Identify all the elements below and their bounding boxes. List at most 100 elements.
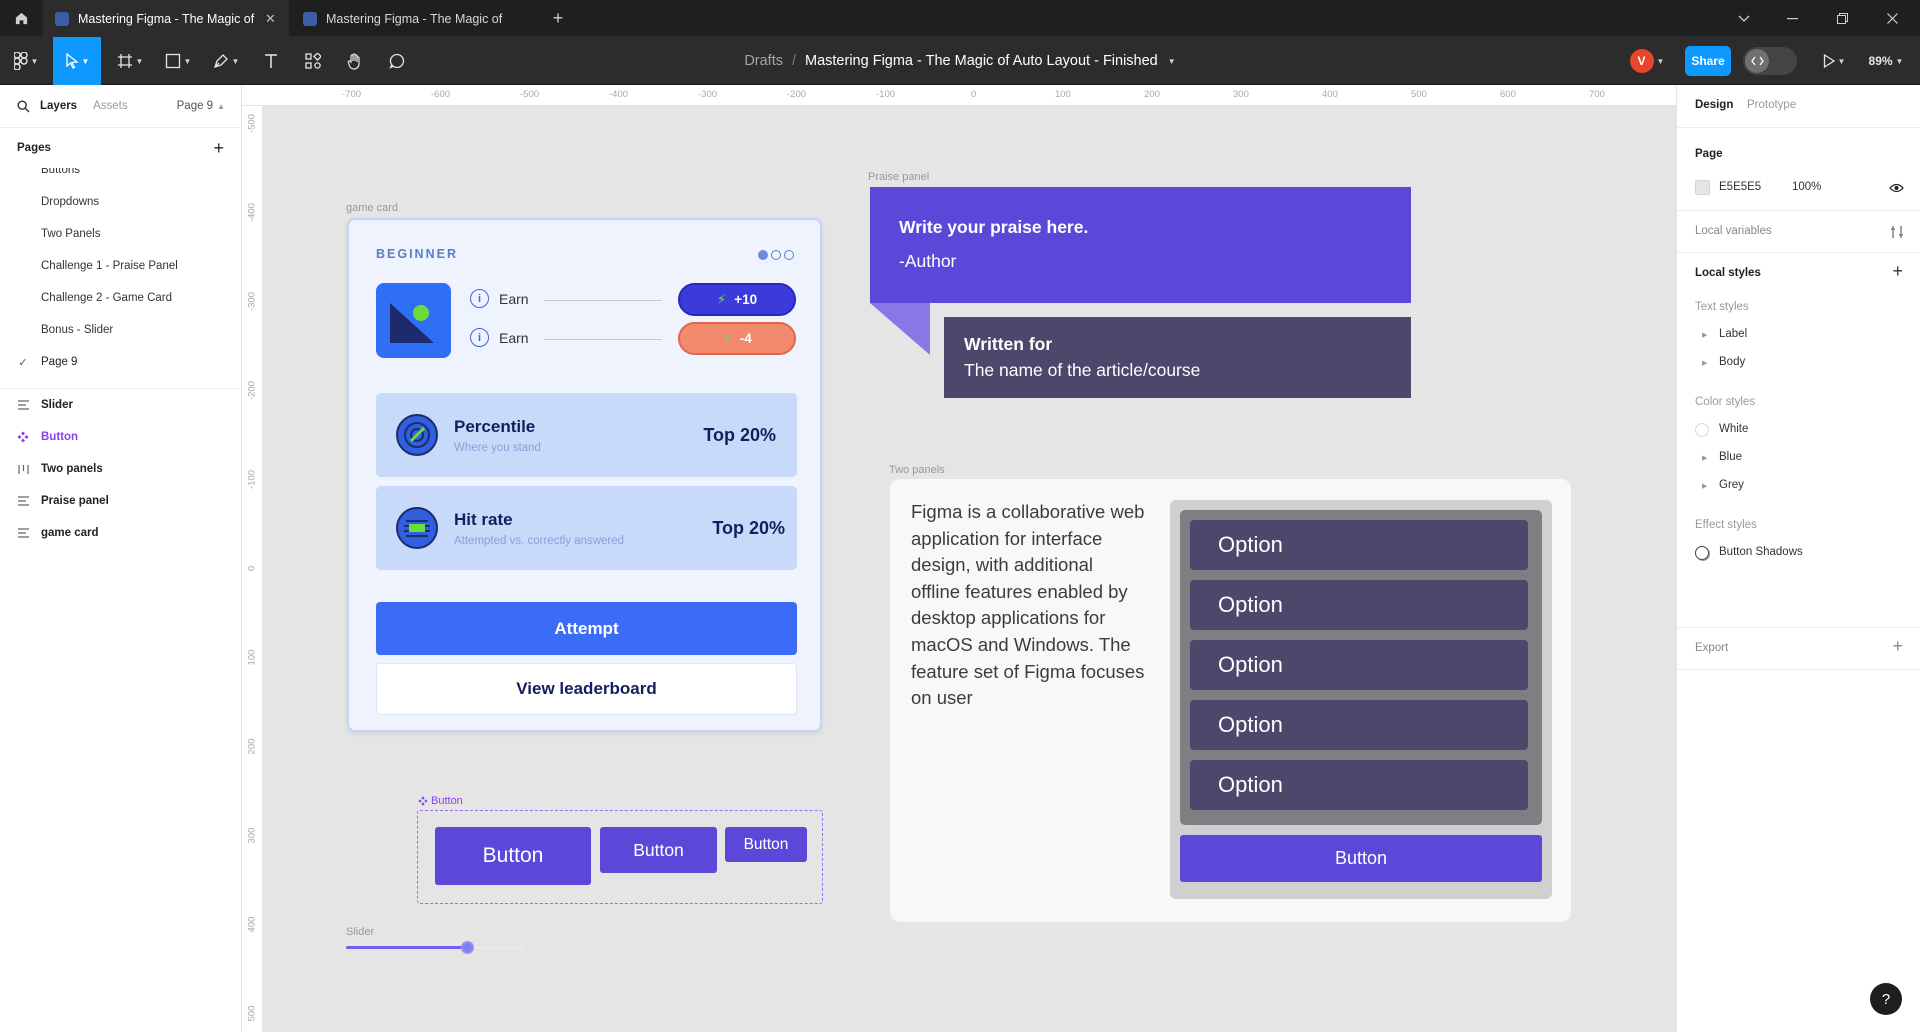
share-button[interactable]: Share (1685, 37, 1731, 85)
page-item[interactable]: Challenge 1 - Praise Panel (0, 250, 241, 282)
chevron-down-icon[interactable]: ▼ (1168, 57, 1176, 66)
frame-label-button[interactable]: Button (418, 795, 463, 807)
earn-value: -4 (739, 331, 752, 346)
dev-mode-toggle[interactable] (1742, 37, 1798, 85)
game-card[interactable]: BEGINNER i Earn ⚡ +10 i Earn ⚡ -4 Percen… (347, 218, 822, 732)
local-variables-label[interactable]: Local variables (1695, 225, 1772, 237)
breadcrumb-drafts[interactable]: Drafts (744, 53, 783, 69)
move-tool[interactable]: ▼ (53, 37, 101, 85)
layer-two-panels[interactable]: Two panels (0, 453, 241, 485)
home-button[interactable] (0, 0, 42, 37)
praise-panel-written-for[interactable]: Written for The name of the article/cour… (944, 317, 1411, 398)
close-window-icon[interactable] (1868, 0, 1916, 37)
page-item[interactable]: Dropdowns (0, 186, 241, 218)
pages-heading: Pages (17, 142, 51, 154)
search-icon[interactable] (17, 99, 30, 113)
game-avatar-image (376, 283, 451, 358)
tab-file-2[interactable]: Mastering Figma - The Magic of Auto (291, 0, 531, 37)
minimize-icon[interactable] (1768, 0, 1816, 37)
eye-icon[interactable] (1889, 183, 1904, 193)
effect-style-item[interactable]: Button Shadows (1719, 546, 1803, 558)
option-item[interactable]: Option (1190, 700, 1528, 750)
help-button[interactable]: ? (1870, 983, 1902, 1015)
variables-icon[interactable] (1890, 225, 1904, 239)
page-item[interactable]: Bonus - Slider (0, 314, 241, 346)
text-style-item[interactable]: Label (1719, 328, 1747, 340)
export-label[interactable]: Export (1695, 642, 1728, 654)
earn-row: i Earn (470, 328, 529, 347)
tab-assets[interactable]: Assets (93, 100, 128, 112)
page-color-swatch[interactable] (1695, 180, 1710, 195)
layer-praise-panel[interactable]: Praise panel (0, 485, 241, 517)
tab-title: Mastering Figma - The Magic of Auto (326, 11, 504, 26)
page-item[interactable]: Buttons (0, 168, 241, 186)
frame-tool[interactable]: ▼ (110, 37, 150, 85)
add-style-icon[interactable]: + (1892, 261, 1903, 282)
attempt-button[interactable]: Attempt (376, 602, 797, 655)
page-item[interactable]: Two Panels (0, 218, 241, 250)
file-name[interactable]: Mastering Figma - The Magic of Auto Layo… (805, 53, 1158, 69)
restore-icon[interactable] (1818, 0, 1866, 37)
color-style-item[interactable]: Blue (1719, 451, 1742, 463)
tabs-dropdown-icon[interactable] (1720, 0, 1768, 37)
two-panels[interactable]: Figma is a collaborative web application… (890, 479, 1571, 922)
tab-prototype[interactable]: Prototype (1747, 99, 1796, 111)
ruler-tick: 500 (246, 1005, 258, 1022)
earn-label: Earn (499, 290, 529, 307)
page-color-value[interactable]: E5E5E5 (1719, 181, 1761, 193)
shape-tool[interactable]: ▼ (158, 37, 198, 85)
option-item[interactable]: Option (1190, 640, 1528, 690)
info-icon[interactable]: i (470, 289, 489, 308)
ruler-tick: 100 (246, 649, 258, 666)
info-icon[interactable]: i (470, 328, 489, 347)
tab-file-1[interactable]: Mastering Figma - The Magic of Au ✕ (43, 0, 289, 37)
slider[interactable] (346, 940, 524, 956)
zoom-dropdown[interactable]: 89% ▼ (1860, 37, 1912, 85)
option-item[interactable]: Option (1190, 520, 1528, 570)
layer-button[interactable]: Button (0, 421, 241, 453)
chevron-down-icon: ▼ (1895, 56, 1904, 66)
frame-label-praise-panel[interactable]: Praise panel (868, 171, 929, 183)
user-avatar-button[interactable]: V ▼ (1622, 37, 1672, 85)
text-tool[interactable] (254, 37, 288, 85)
layer-slider[interactable]: Slider (0, 389, 241, 421)
tab-title: Mastering Figma - The Magic of Au (78, 11, 256, 26)
new-tab-button[interactable]: + (543, 0, 573, 37)
columns-icon (16, 464, 30, 475)
slider-thumb[interactable] (460, 941, 474, 954)
main-menu-button[interactable]: ▼ (6, 37, 46, 85)
tab-layers[interactable]: Layers (40, 100, 77, 112)
tab-design[interactable]: Design (1695, 99, 1733, 111)
resources-tool[interactable] (296, 37, 330, 85)
frame-label-game-card[interactable]: game card (346, 202, 398, 214)
frame-label-slider[interactable]: Slider (346, 926, 374, 938)
two-panels-button[interactable]: Button (1180, 835, 1542, 882)
page-opacity-value[interactable]: 100% (1792, 181, 1821, 193)
page-item-current[interactable]: ✓ Page 9 (0, 346, 241, 378)
avatar: V (1629, 49, 1654, 73)
page-selector[interactable]: Page 9 ▲ (177, 100, 225, 112)
button-small[interactable]: Button (725, 827, 807, 862)
button-medium[interactable]: Button (600, 827, 717, 873)
pen-tool[interactable]: ▼ (206, 37, 246, 85)
option-item[interactable]: Option (1190, 760, 1528, 810)
pages-list: Buttons Dropdowns Two Panels Challenge 1… (0, 168, 241, 389)
view-leaderboard-button[interactable]: View leaderboard (376, 663, 797, 715)
frame-label-two-panels[interactable]: Two panels (889, 464, 945, 476)
page-item[interactable]: Challenge 2 - Game Card (0, 282, 241, 314)
add-page-icon[interactable]: + (213, 138, 224, 159)
hand-tool[interactable] (338, 37, 372, 85)
add-export-icon[interactable]: + (1892, 636, 1903, 657)
praise-panel-quote[interactable]: Write your praise here. -Author (870, 187, 1411, 303)
color-style-item[interactable]: White (1719, 423, 1748, 435)
present-button[interactable]: ▼ (1814, 37, 1854, 85)
close-icon[interactable]: ✕ (265, 11, 276, 27)
comment-tool[interactable] (380, 37, 414, 85)
layer-game-card[interactable]: game card (0, 517, 241, 549)
button-component-set[interactable]: Button Button Button (417, 810, 823, 904)
button-large[interactable]: Button (435, 827, 591, 885)
lightning-icon: ⚡ (716, 291, 727, 307)
color-style-item[interactable]: Grey (1719, 479, 1744, 491)
text-style-item[interactable]: Body (1719, 356, 1745, 368)
option-item[interactable]: Option (1190, 580, 1528, 630)
